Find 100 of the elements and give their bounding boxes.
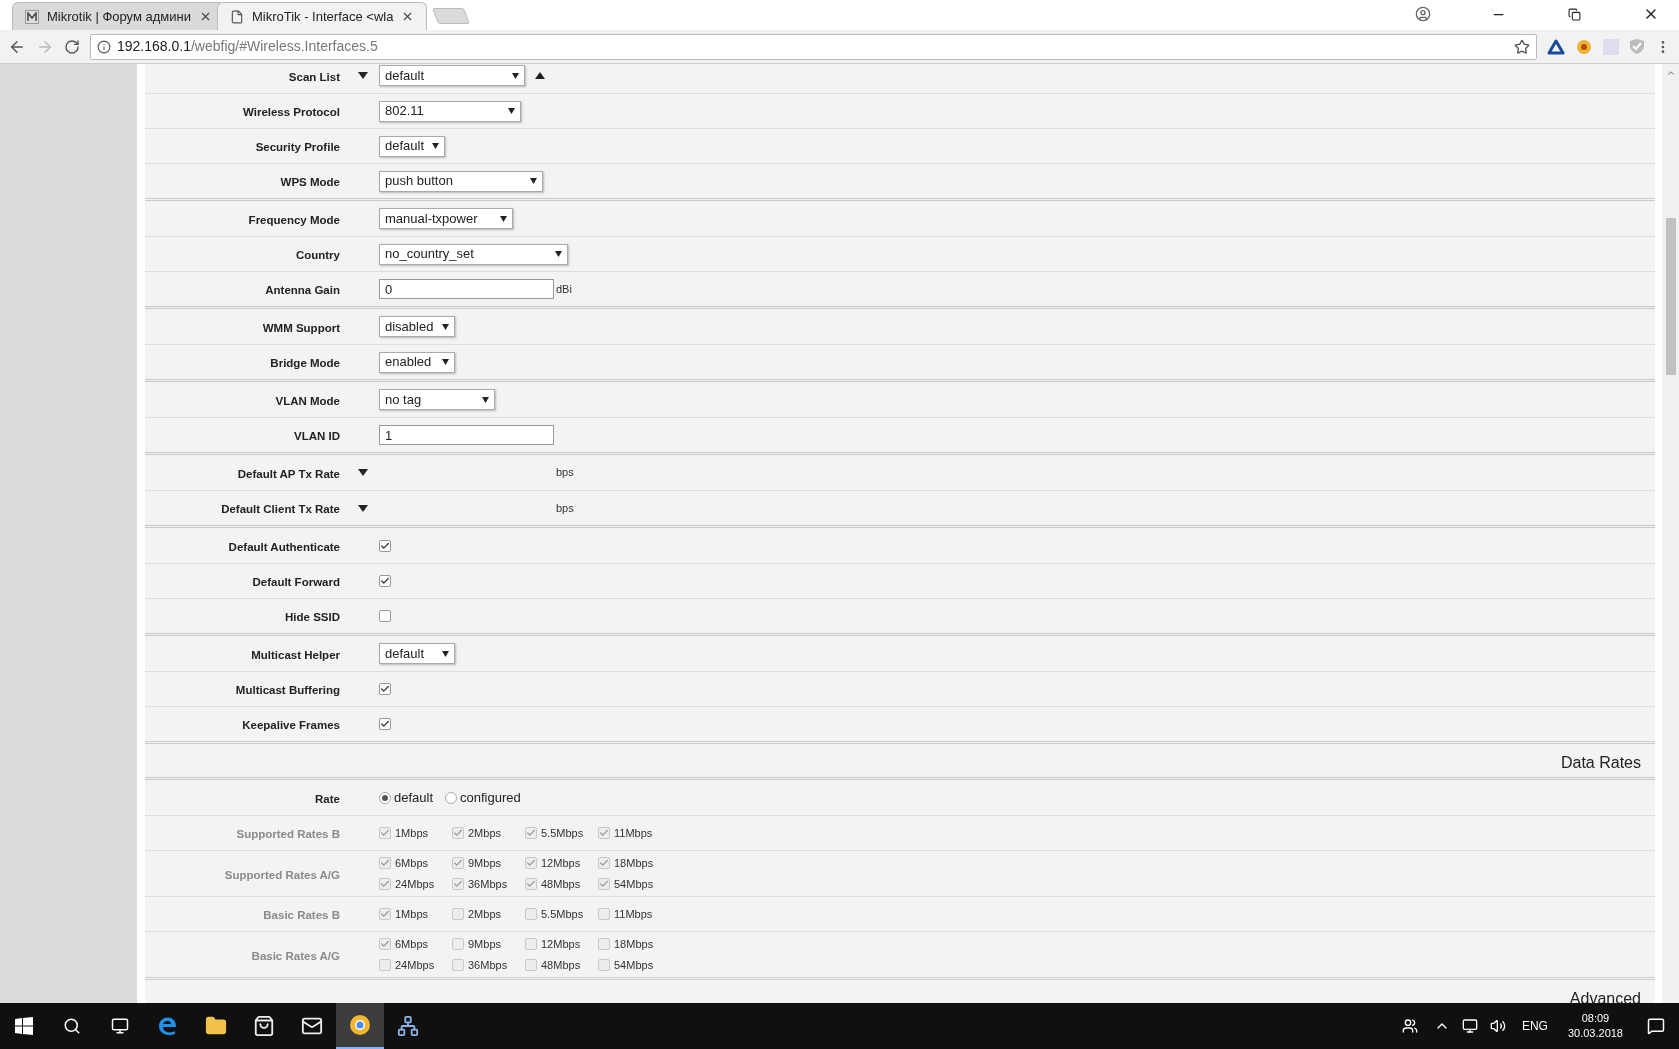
option-label: 48Mbps (541, 877, 581, 892)
unit-label: dBi (556, 281, 572, 297)
field-label: Multicast Buffering (235, 684, 340, 696)
notifications-icon[interactable] (1647, 1017, 1665, 1035)
task-view-icon[interactable] (111, 1017, 129, 1035)
clock[interactable]: 08:09 30.03.2018 (1567, 1011, 1623, 1041)
field-label: Basic Rates A/G (251, 949, 340, 962)
dropdown[interactable]: 802.11 (379, 100, 521, 122)
option-label: 24Mbps (395, 877, 435, 892)
dropdown[interactable]: default (379, 643, 455, 664)
option-label: 9Mbps (468, 855, 502, 871)
field-label: Basic Rates B (263, 909, 340, 921)
unit-label: bps (556, 500, 574, 516)
option-label: 36Mbps (468, 958, 508, 973)
folder-icon[interactable] (205, 1015, 227, 1037)
option-label: 18Mbps (614, 855, 654, 871)
option-label: 5.5Mbps (541, 825, 584, 841)
field-label: Multicast Helper (251, 648, 340, 661)
dropdown[interactable]: push button (379, 170, 543, 192)
field-label: Default Authenticate (228, 540, 340, 553)
expand-down-icon[interactable] (358, 469, 368, 476)
checkbox[interactable] (379, 683, 391, 695)
option-label: 5.5Mbps (541, 906, 584, 922)
field-label: Default Forward (252, 576, 340, 588)
option-label: 2Mbps (468, 906, 502, 922)
browser-tab[interactable]: MikroTik - Interface <wla (216, 2, 428, 30)
option-label: 2Mbps (468, 825, 502, 841)
scrollbar[interactable] (1662, 64, 1679, 1003)
unit-label: bps (556, 465, 574, 481)
field-label: Wireless Protocol (242, 106, 340, 118)
radio-button[interactable] (445, 791, 458, 804)
scrollbar-thumb[interactable] (1665, 218, 1676, 375)
volume-icon[interactable] (1489, 1018, 1506, 1034)
scroll-up-icon[interactable] (1665, 68, 1676, 78)
option-label: 12Mbps (541, 936, 581, 952)
dropdown-arrow-icon (555, 251, 562, 257)
option-label: 54Mbps (614, 877, 654, 892)
option-label: 48Mbps (541, 958, 581, 973)
field-label: Country (295, 249, 340, 261)
dropdown-arrow-icon (512, 72, 519, 79)
option-label: 6Mbps (395, 855, 429, 871)
input-field[interactable]: 1 (379, 425, 554, 445)
browser-e-icon[interactable] (157, 1015, 179, 1037)
extension-badge-icon[interactable] (1575, 38, 1593, 55)
input-field[interactable]: 0 (379, 279, 554, 299)
dropdown[interactable]: manual-txpower (379, 208, 513, 229)
checkbox[interactable] (379, 718, 391, 730)
option-label: 18Mbps (614, 936, 654, 952)
page-icon (229, 9, 244, 24)
field-label: Security Profile (255, 141, 340, 153)
site-icon (25, 9, 39, 24)
checkbox[interactable] (379, 539, 391, 552)
dropdown-arrow-icon (442, 650, 449, 657)
start-icon[interactable] (15, 1017, 33, 1035)
field-label: Default Client Tx Rate (221, 503, 340, 515)
search-icon[interactable] (63, 1017, 81, 1035)
dropdown[interactable]: enabled (379, 351, 455, 373)
browser-icon[interactable] (349, 1014, 371, 1036)
network-icon[interactable] (1461, 1018, 1478, 1034)
field-label: WMM Support (262, 321, 340, 334)
field-label: VLAN Mode (275, 394, 340, 407)
extension-triangle-icon[interactable] (1547, 38, 1565, 55)
expand-down-icon[interactable] (358, 72, 368, 79)
dropdown[interactable]: default (379, 65, 525, 86)
dropdown[interactable]: default (379, 135, 445, 157)
option-label: configured (460, 788, 521, 807)
reload-icon[interactable] (64, 38, 80, 55)
taskbar-app[interactable] (336, 1003, 384, 1049)
collapse-up-icon[interactable] (535, 72, 545, 79)
shopping-bag-icon[interactable] (253, 1015, 275, 1037)
dropdown[interactable]: disabled (379, 316, 455, 337)
expand-down-icon[interactable] (358, 504, 368, 512)
option-label: 9Mbps (468, 936, 502, 952)
option-label: 1Mbps (395, 906, 429, 922)
option-label: default (394, 788, 434, 807)
option-label: 12Mbps (541, 855, 581, 871)
language-indicator[interactable]: ENG (1521, 1017, 1548, 1035)
option-label: 11Mbps (614, 825, 653, 841)
dropdown-arrow-icon (530, 178, 537, 184)
dropdown-arrow-icon (442, 359, 449, 365)
checkbox[interactable] (379, 575, 391, 587)
dropdown-arrow-icon (482, 396, 489, 403)
field-label: Antenna Gain (265, 284, 340, 296)
field-label: Hide SSID (285, 611, 340, 623)
restore-icon[interactable] (1568, 7, 1581, 21)
people-icon[interactable] (1401, 1018, 1418, 1034)
mail-icon[interactable] (301, 1015, 323, 1037)
field-label: VLAN ID (294, 430, 340, 442)
checkbox[interactable] (379, 610, 391, 622)
field-label: Scan List (288, 70, 340, 83)
dropdown[interactable]: no_country_set (379, 243, 568, 265)
network-computers-icon[interactable] (397, 1015, 419, 1037)
option-label: 11Mbps (614, 906, 653, 922)
dropdown[interactable]: no tag (379, 389, 495, 410)
option-label: 24Mbps (395, 958, 435, 973)
dropdown-arrow-icon (500, 215, 507, 222)
field-label: Rate (315, 792, 340, 805)
address-bar[interactable]: 192.168.0.1/webfig/#Wireless.Interfaces.5 (90, 33, 1537, 60)
radio-button[interactable] (379, 791, 391, 804)
profile-icon[interactable] (1415, 6, 1431, 22)
